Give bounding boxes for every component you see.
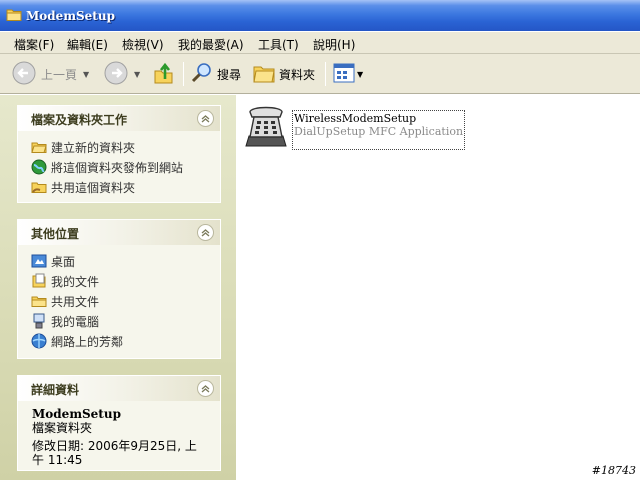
collapse-chevron-icon[interactable] — [197, 110, 214, 127]
search-icon — [190, 61, 214, 88]
details-name: ModemSetup — [32, 407, 121, 421]
back-label: 上一頁 — [41, 67, 78, 82]
menu-tools[interactable]: 工具(T) — [258, 36, 299, 53]
file-name: WirelessModemSetup — [294, 112, 417, 125]
menu-favorites[interactable]: 我的最愛(A) — [178, 36, 244, 53]
file-item[interactable]: WirelessModemSetup DialUpSetup MFC Appli… — [242, 100, 466, 150]
globe-icon — [31, 159, 47, 175]
shared-folder-icon — [31, 179, 47, 195]
views-dropdown-icon[interactable]: ▼ — [357, 70, 363, 79]
documents-icon — [31, 273, 47, 289]
panel-title: 檔案及資料夾工作 — [31, 113, 128, 127]
forward-arrow-icon — [104, 61, 128, 88]
up-folder-icon — [153, 61, 175, 88]
search-button[interactable]: 搜尋 — [190, 62, 241, 86]
computer-icon — [31, 313, 47, 329]
views-button[interactable]: ▼ — [333, 62, 363, 86]
task-share-folder[interactable]: 共用這個資料夾 — [18, 177, 220, 197]
panel-title: 其他位置 — [31, 227, 80, 241]
back-arrow-icon — [12, 61, 36, 88]
menu-help[interactable]: 說明(H) — [313, 36, 355, 53]
task-new-folder[interactable]: 建立新的資料夾 — [18, 137, 220, 157]
menu-bar: 檔案(F) 編輯(E) 檢視(V) 我的最愛(A) 工具(T) 說明(H) — [0, 32, 640, 54]
collapse-chevron-icon[interactable] — [197, 224, 214, 241]
file-description: DialUpSetup MFC Application — [294, 125, 464, 138]
place-my-computer[interactable]: 我的電腦 — [18, 311, 220, 331]
folder-icon — [31, 293, 47, 309]
file-folder-tasks-panel: 檔案及資料夾工作 建立新的資料夾 將這個資料夾發佈到網站 共用這個資料夾 — [17, 105, 221, 203]
other-places-panel: 其他位置 桌面 我的文件 共用文件 我的電腦 網路上的芳鄰 — [17, 219, 221, 359]
details-panel: 詳細資料 ModemSetup 檔案資料夾 修改日期: 2006年9月25日, … — [17, 375, 221, 471]
new-folder-icon — [31, 139, 47, 155]
menu-edit[interactable]: 編輯(E) — [67, 36, 108, 53]
desktop-icon — [31, 253, 47, 269]
folder-icon — [6, 8, 22, 25]
up-folder-button[interactable] — [153, 62, 175, 86]
back-button[interactable]: 上一頁 ▼ — [12, 61, 89, 88]
watermark: #18743 — [591, 464, 636, 477]
telephone-icon — [242, 100, 290, 150]
task-publish-web[interactable]: 將這個資料夾發佈到網站 — [18, 157, 220, 177]
other-places-header[interactable]: 其他位置 — [18, 220, 220, 245]
search-label: 搜尋 — [217, 67, 242, 82]
file-label[interactable]: WirelessModemSetup DialUpSetup MFC Appli… — [292, 110, 466, 150]
place-desktop[interactable]: 桌面 — [18, 251, 220, 271]
menu-view[interactable]: 檢視(V) — [122, 36, 164, 53]
details-type: 檔案資料夾 — [32, 421, 93, 435]
details-modified: 修改日期: 2006年9月25日, 上午 11:45 — [32, 439, 197, 467]
views-icon — [333, 63, 355, 86]
folders-label: 資料夾 — [279, 67, 316, 82]
task-pane: 檔案及資料夾工作 建立新的資料夾 將這個資料夾發佈到網站 共用這個資料夾 其他位… — [0, 95, 236, 480]
toolbar: 上一頁 ▼ ▼ 搜尋 資料夾 ▼ — [0, 54, 640, 94]
file-list-area[interactable]: WirelessModemSetup DialUpSetup MFC Appli… — [236, 95, 640, 480]
details-header[interactable]: 詳細資料 — [18, 376, 220, 401]
menu-file[interactable]: 檔案(F) — [14, 36, 54, 53]
title-bar[interactable]: ModemSetup — [0, 0, 640, 32]
forward-button[interactable]: ▼ — [104, 61, 140, 88]
place-my-documents[interactable]: 我的文件 — [18, 271, 220, 291]
back-dropdown-icon[interactable]: ▼ — [83, 70, 89, 79]
window-title: ModemSetup — [26, 9, 115, 23]
collapse-chevron-icon[interactable] — [197, 380, 214, 397]
place-network[interactable]: 網路上的芳鄰 — [18, 331, 220, 351]
panel-title: 詳細資料 — [31, 383, 80, 397]
network-icon — [31, 333, 47, 349]
place-shared-documents[interactable]: 共用文件 — [18, 291, 220, 311]
file-folder-tasks-header[interactable]: 檔案及資料夾工作 — [18, 106, 220, 131]
folders-icon — [252, 61, 276, 88]
forward-dropdown-icon[interactable]: ▼ — [134, 70, 140, 79]
folders-button[interactable]: 資料夾 — [252, 62, 315, 86]
